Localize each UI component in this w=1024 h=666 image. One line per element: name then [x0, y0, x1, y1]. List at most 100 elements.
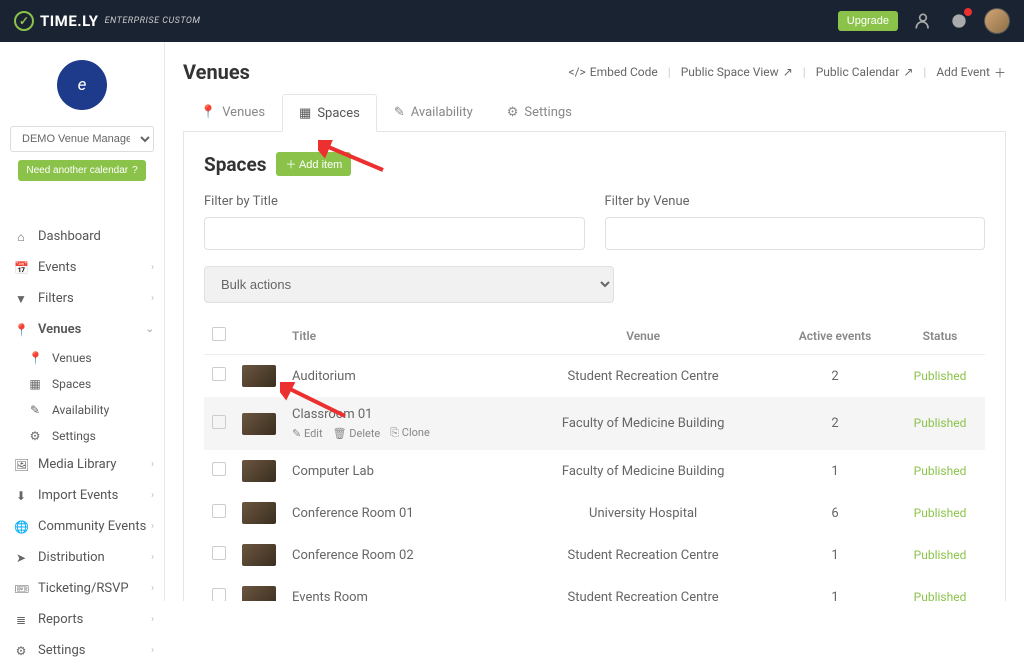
- brand: TIME.LY ENTERPRISE CUSTOM: [14, 11, 201, 31]
- row-checkbox[interactable]: [212, 415, 226, 429]
- row-checkbox[interactable]: [212, 546, 226, 560]
- table-row[interactable]: Conference Room 02 Student Recreation Ce…: [204, 534, 985, 576]
- bulk-actions-select[interactable]: Bulk actions: [204, 266, 614, 303]
- nav-sub-spaces[interactable]: ▦Spaces: [14, 371, 164, 397]
- nav-sub-availability[interactable]: ✎Availability: [14, 397, 164, 423]
- status-badge: Published: [914, 548, 967, 562]
- filter-title-input[interactable]: [204, 217, 585, 250]
- space-active-events: 2: [775, 397, 895, 450]
- header-links: </> Embed Code | Public Space View ↗ | P…: [568, 64, 1006, 81]
- need-calendar-label: Need another calendar: [26, 165, 128, 176]
- nav-sub-settings[interactable]: ⚙Settings: [14, 423, 164, 449]
- space-venue: Student Recreation Centre: [511, 534, 775, 576]
- nav-media-library[interactable]: 🖼Media Library›: [0, 449, 164, 480]
- space-active-events: 1: [775, 450, 895, 492]
- top-bar: TIME.LY ENTERPRISE CUSTOM Upgrade: [0, 0, 1024, 42]
- delete-action[interactable]: 🗑 Delete: [333, 426, 381, 440]
- chevron-right-icon: ›: [151, 645, 154, 656]
- add-item-button[interactable]: ＋ Add item: [276, 152, 351, 176]
- col-title[interactable]: Title: [284, 317, 511, 355]
- space-title: Conference Room 02: [292, 548, 503, 563]
- space-venue: University Hospital: [511, 492, 775, 534]
- nav-dashboard[interactable]: ⌂Dashboard: [0, 221, 164, 252]
- notifications-icon[interactable]: [948, 10, 970, 32]
- content: ‹ Venues </> Embed Code | Public Space V…: [165, 42, 1024, 601]
- nav-ticketing[interactable]: 🎟Ticketing/RSVP›: [0, 573, 164, 604]
- col-active-events[interactable]: Active events: [775, 317, 895, 355]
- image-icon: 🖼: [14, 458, 28, 472]
- download-icon: ⬇: [14, 489, 28, 503]
- ticket-icon: 🎟: [14, 582, 28, 596]
- need-calendar-button[interactable]: Need another calendar ?: [18, 160, 145, 181]
- table-row[interactable]: Events Room Student Recreation Centre 1 …: [204, 576, 985, 601]
- row-checkbox[interactable]: [212, 367, 226, 381]
- nav-label: Dashboard: [38, 229, 101, 244]
- add-event-link[interactable]: Add Event ＋: [936, 64, 1006, 81]
- chevron-right-icon: ›: [151, 583, 154, 594]
- help-icon[interactable]: [912, 10, 934, 32]
- space-venue: Faculty of Medicine Building: [511, 397, 775, 450]
- nav: ⌂Dashboard 📅Events› ▼Filters› 📍Venues⌄ 📍…: [0, 221, 164, 666]
- public-space-view-link[interactable]: Public Space View ↗: [681, 65, 793, 79]
- select-all-checkbox[interactable]: [212, 327, 226, 341]
- nav-label: Import Events: [38, 488, 118, 503]
- pencil-icon: ✎: [394, 105, 405, 120]
- row-checkbox[interactable]: [212, 588, 226, 601]
- nav-settings[interactable]: ⚙ Settings ›: [0, 635, 164, 666]
- space-venue: Faculty of Medicine Building: [511, 450, 775, 492]
- chevron-right-icon: ›: [151, 521, 154, 532]
- nav-label: Events: [38, 260, 76, 275]
- nav-import-events[interactable]: ⬇Import Events›: [0, 480, 164, 511]
- upgrade-button[interactable]: Upgrade: [838, 11, 898, 31]
- nav-reports[interactable]: ≣Reports›: [0, 604, 164, 635]
- org-avatar[interactable]: e: [57, 60, 107, 110]
- row-checkbox[interactable]: [212, 504, 226, 518]
- nav-venues[interactable]: 📍Venues⌄: [0, 314, 164, 345]
- edit-action[interactable]: ✎ Edit: [292, 426, 323, 440]
- col-status[interactable]: Status: [895, 317, 985, 355]
- tab-availability[interactable]: ✎Availability: [377, 94, 490, 131]
- nav-distribution[interactable]: ➤Distribution›: [0, 542, 164, 573]
- question-icon: ?: [132, 165, 138, 176]
- panel-title: Spaces: [204, 153, 266, 176]
- sliders-icon: ⚙: [14, 644, 28, 658]
- spaces-table: Title Venue Active events Status Auditor…: [204, 317, 985, 601]
- globe-icon: 🌐: [14, 520, 28, 534]
- tab-spaces[interactable]: ▦Spaces: [282, 94, 377, 132]
- filter-venue-input[interactable]: [605, 217, 986, 250]
- table-row[interactable]: Auditorium Student Recreation Centre 2 P…: [204, 355, 985, 398]
- space-thumbnail: [242, 544, 276, 566]
- sidebar: e DEMO Venue Managemen Need another cale…: [0, 42, 165, 601]
- tab-settings[interactable]: ⚙Settings: [490, 94, 589, 131]
- embed-code-link[interactable]: </> Embed Code: [568, 65, 657, 79]
- clone-action[interactable]: ⎘ Clone: [390, 426, 430, 440]
- nav-community-events[interactable]: 🌐 Community Events ›: [0, 511, 164, 542]
- nav-label: Venues: [38, 322, 81, 337]
- calendar-select[interactable]: DEMO Venue Managemen: [10, 126, 154, 152]
- nav-label: Distribution: [38, 550, 105, 565]
- space-title: Auditorium: [292, 369, 503, 384]
- filter-title-label: Filter by Title: [204, 194, 585, 209]
- space-title: Events Room: [292, 590, 503, 602]
- space-title: Conference Room 01: [292, 506, 503, 521]
- row-checkbox[interactable]: [212, 462, 226, 476]
- public-calendar-link[interactable]: Public Calendar ↗: [816, 65, 914, 79]
- nav-label: Community Events: [38, 519, 146, 534]
- table-row[interactable]: Computer Lab Faculty of Medicine Buildin…: [204, 450, 985, 492]
- nav-filters[interactable]: ▼Filters›: [0, 283, 164, 314]
- nav-sub-venues[interactable]: 📍Venues: [14, 345, 164, 371]
- logo-check-icon: [14, 11, 34, 31]
- chevron-right-icon: ›: [151, 293, 154, 304]
- table-row[interactable]: Conference Room 01 University Hospital 6…: [204, 492, 985, 534]
- table-row[interactable]: Classroom 01 ✎ Edit 🗑 Delete ⎘ Clone Fac…: [204, 397, 985, 450]
- pin-icon: 📍: [14, 323, 28, 337]
- gear-icon: ⚙: [28, 429, 42, 443]
- tab-venues[interactable]: 📍Venues: [183, 94, 282, 131]
- col-venue[interactable]: Venue: [511, 317, 775, 355]
- avatar[interactable]: [984, 8, 1010, 34]
- nav-events[interactable]: 📅Events›: [0, 252, 164, 283]
- space-venue: Student Recreation Centre: [511, 576, 775, 601]
- nav-label: Spaces: [52, 377, 91, 391]
- space-title: Computer Lab: [292, 464, 503, 479]
- nav-label: Settings: [38, 643, 85, 658]
